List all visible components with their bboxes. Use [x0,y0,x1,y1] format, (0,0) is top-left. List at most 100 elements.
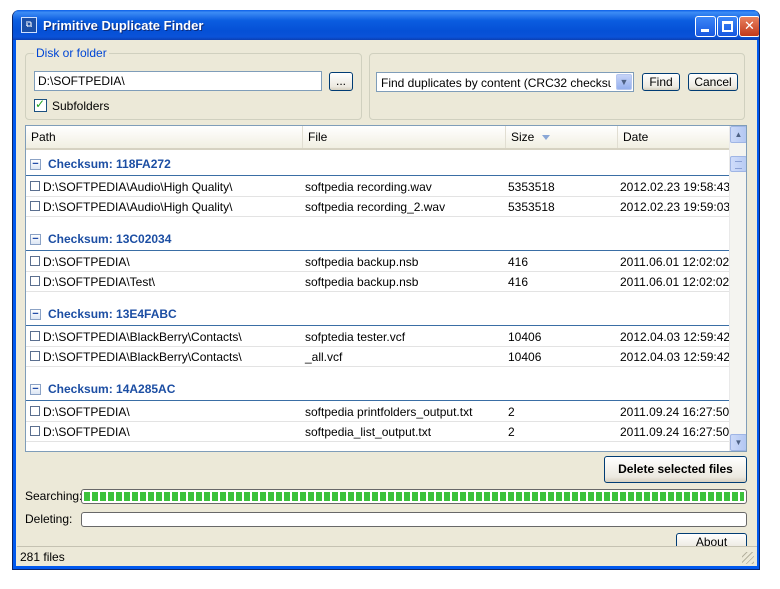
cell-file: _all.vcf [305,350,343,364]
app-icon[interactable]: ⧉ [21,17,37,33]
sort-descending-icon [542,135,550,140]
duplicates-list[interactable]: Path File Size Date − Checksum: 118FA272… [25,125,747,452]
column-header-file[interactable]: File [303,126,506,148]
searching-progress-fill [84,492,744,501]
cell-date: 2011.06.01 12:02:02 [620,255,730,269]
table-row[interactable]: D:\SOFTPEDIA\BlackBerry\Contacts\ sofpte… [26,327,731,347]
checksum-group-header[interactable]: − Checksum: 13C02034 [26,229,729,251]
cell-file: softpedia recording.wav [305,180,432,194]
cell-path: D:\SOFTPEDIA\ [43,405,130,419]
cell-date: 2012.02.23 19:59:03 [620,200,731,214]
cell-date: 2011.06.01 12:02:02 [620,275,730,289]
table-row[interactable]: D:\SOFTPEDIA\ softpedia backup.nsb 416 2… [26,252,729,272]
cell-path: D:\SOFTPEDIA\Audio\High Quality\ [43,200,233,214]
table-row[interactable]: D:\SOFTPEDIA\Test\ softpedia backup.nsb … [26,272,729,292]
cell-size: 5353518 [508,180,555,194]
cell-path: D:\SOFTPEDIA\Audio\High Quality\ [43,180,233,194]
row-checkbox[interactable] [30,426,40,436]
cell-path: D:\SOFTPEDIA\ [43,425,130,439]
cell-size: 2 [508,405,515,419]
collapse-icon[interactable]: − [30,234,41,245]
scroll-thumb[interactable] [730,156,746,172]
row-checkbox[interactable] [30,201,40,211]
find-button[interactable]: Find [642,73,680,91]
cell-date: 2011.09.24 16:27:50 [620,405,730,419]
table-row[interactable]: D:\SOFTPEDIA\Audio\High Quality\ softped… [26,177,730,197]
list-body: − Checksum: 118FA272 D:\SOFTPEDIA\Audio\… [26,150,731,451]
cell-size: 416 [508,255,529,269]
delete-selected-button[interactable]: Delete selected files [604,456,747,483]
cell-size: 2 [508,425,515,439]
chevron-up-icon: ▲ [734,130,743,139]
column-header-size[interactable]: Size [506,126,618,148]
chevron-down-icon[interactable]: ▼ [616,74,632,90]
vertical-scrollbar[interactable]: ▲ ▼ [729,126,746,451]
folder-path-input[interactable]: D:\SOFTPEDIA\ [34,71,322,91]
disk-folder-label: Disk or folder [34,46,109,60]
subfolders-checkbox[interactable] [34,97,47,112]
checksum-group-header[interactable]: − Checksum: 118FA272 [26,154,729,176]
close-icon: ✕ [744,18,755,33]
table-row[interactable]: D:\SOFTPEDIA\ softpedia_list_output.txt … [26,422,729,442]
table-row[interactable]: D:\SOFTPEDIA\ softpedia printfolders_out… [26,402,729,422]
deleting-progress-bar [81,512,747,527]
cell-file: softpedia_list_output.txt [305,425,432,439]
app-window: ⧉ Primitive Duplicate Finder ✕ Disk or f… [12,10,760,570]
cell-size: 5353518 [508,200,555,214]
scroll-down-button[interactable]: ▼ [730,434,746,451]
cell-file: softpedia backup.nsb [305,275,419,289]
searching-progress-bar [81,489,747,504]
file-count-status: 281 files [20,550,65,564]
cell-path: D:\SOFTPEDIA\Test\ [43,275,156,289]
minimize-button[interactable] [695,16,716,37]
cell-path: D:\SOFTPEDIA\BlackBerry\Contacts\ [43,330,242,344]
find-method-select[interactable]: Find duplicates by content (CRC32 checks… [376,72,634,92]
cell-date: 2011.09.24 16:27:50 [620,425,730,439]
main-client: Disk or folder D:\SOFTPEDIA\ ... Subfold… [17,40,757,566]
table-row[interactable]: D:\SOFTPEDIA\Audio\High Quality\ softped… [26,197,731,217]
cell-file: softpedia backup.nsb [305,255,419,269]
checksum-group-title: Checksum: 13E4FABC [48,307,177,321]
cell-size: 416 [508,275,529,289]
collapse-icon[interactable]: − [30,159,41,170]
row-checkbox[interactable] [30,181,40,191]
row-checkbox[interactable] [30,351,40,361]
cell-file: softpedia recording_2.wav [305,200,446,214]
minimize-icon [701,29,709,32]
checksum-group-header[interactable]: − Checksum: 14A285AC [26,379,729,401]
window-title: Primitive Duplicate Finder [43,18,204,33]
checksum-group-title: Checksum: 14A285AC [48,382,176,396]
browse-button[interactable]: ... [329,72,353,91]
title-bar[interactable]: ⧉ Primitive Duplicate Finder ✕ [13,10,759,40]
row-checkbox[interactable] [30,406,40,416]
column-header-date[interactable]: Date [618,126,729,148]
cell-size: 10406 [508,330,542,344]
row-checkbox[interactable] [30,331,40,341]
cell-date: 2012.04.03 12:59:42 [620,330,731,344]
collapse-icon[interactable]: − [30,384,41,395]
searching-label: Searching: [25,489,83,503]
cancel-button[interactable]: Cancel [688,73,738,91]
column-header-size-label: Size [511,130,535,144]
chevron-down-icon: ▼ [734,438,743,447]
status-bar: 281 files [17,546,757,566]
maximize-button[interactable] [717,16,738,37]
cell-file: sofptedia tester.vcf [305,330,406,344]
cell-path: D:\SOFTPEDIA\BlackBerry\Contacts\ [43,350,242,364]
list-header: Path File Size Date [26,126,729,150]
column-header-path[interactable]: Path [26,126,303,148]
cell-file: softpedia printfolders_output.txt [305,405,473,419]
checksum-group-title: Checksum: 118FA272 [48,157,171,171]
close-button[interactable]: ✕ [739,16,759,37]
subfolders-label: Subfolders [52,99,110,113]
row-checkbox[interactable] [30,256,40,266]
resize-grip-icon[interactable] [742,552,754,564]
cell-path: D:\SOFTPEDIA\ [43,255,130,269]
scroll-up-button[interactable]: ▲ [730,126,746,143]
checksum-group-header[interactable]: − Checksum: 13E4FABC [26,304,729,326]
table-row[interactable]: D:\SOFTPEDIA\BlackBerry\Contacts\ _all.v… [26,347,730,367]
disk-folder-group: Disk or folder D:\SOFTPEDIA\ ... Subfold… [25,46,362,120]
find-method-value: Find duplicates by content (CRC32 checks… [381,76,611,90]
row-checkbox[interactable] [30,276,40,286]
collapse-icon[interactable]: − [30,309,41,320]
